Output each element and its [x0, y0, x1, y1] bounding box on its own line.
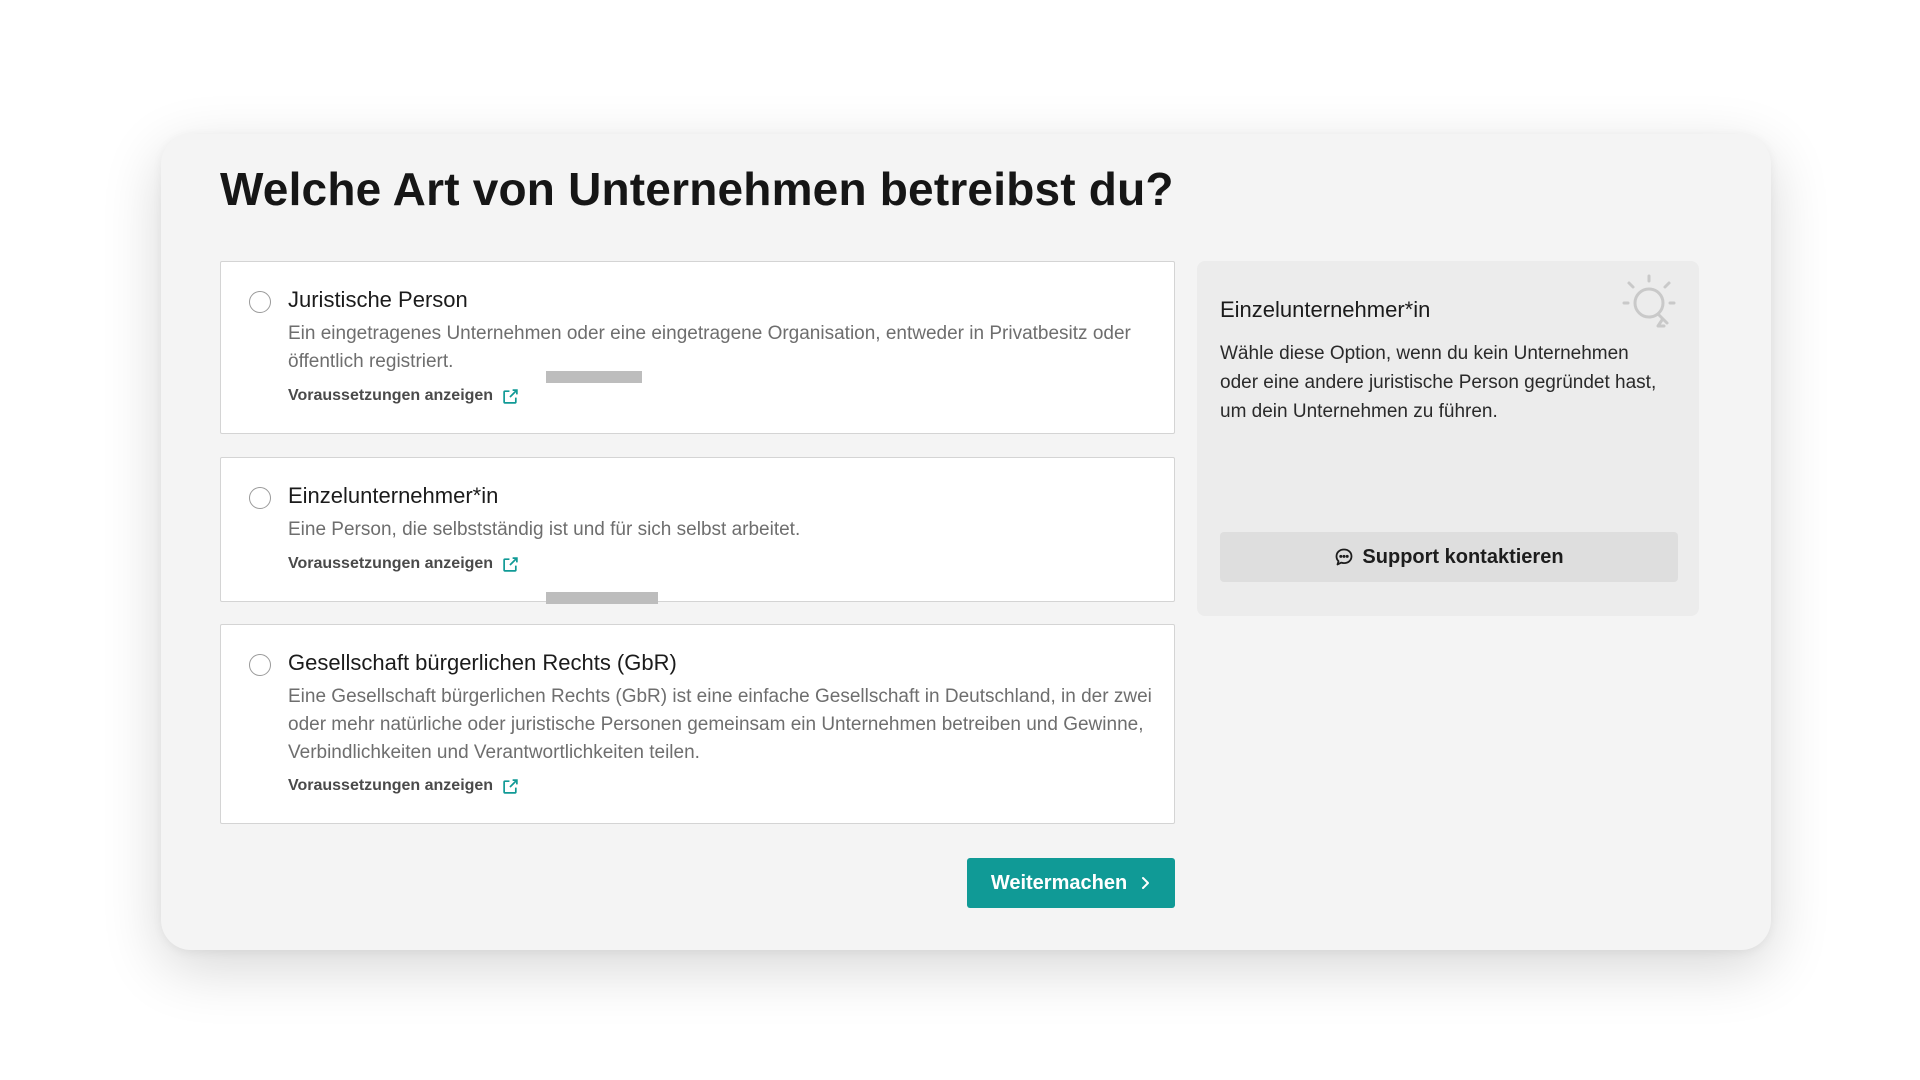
info-panel-title: Einzelunternehmer*in — [1220, 297, 1431, 322]
external-link-icon — [503, 556, 518, 572]
requirements-link-label: Voraussetzungen anzeigen — [288, 555, 494, 572]
option-description: Eine Person, die selbstständig ist und f… — [288, 519, 801, 540]
info-panel: Einzelunternehmer*in Wähle diese Option,… — [1197, 261, 1699, 616]
page-title: Welche Art von Unternehmen betreibst du? — [220, 163, 1174, 215]
placeholder-bar — [546, 371, 642, 383]
requirements-link-label: Voraussetzungen anzeigen — [288, 777, 494, 794]
radio-juristische-person[interactable] — [249, 291, 271, 313]
option-gbr[interactable]: Gesellschaft bürgerlichen Rechts (GbR) E… — [220, 624, 1175, 824]
option-description: Eine Gesellschaft bürgerlichen Rechts (G… — [288, 686, 1152, 763]
continue-button[interactable]: Weitermachen — [967, 858, 1175, 908]
business-type-card: Welche Art von Unternehmen betreibst du?… — [161, 134, 1771, 950]
option-title: Einzelunternehmer*in — [288, 483, 499, 508]
lightbulb-icon — [1622, 274, 1676, 328]
placeholder-bar — [546, 592, 658, 604]
requirements-link-label: Voraussetzungen anzeigen — [288, 387, 494, 404]
chat-bubble-icon — [1336, 548, 1353, 566]
radio-einzelunternehmer[interactable] — [249, 487, 271, 509]
continue-button-label: Weitermachen — [990, 871, 1128, 894]
requirements-link[interactable]: Voraussetzungen anzeigen — [288, 387, 519, 405]
option-title: Juristische Person — [288, 287, 468, 312]
option-einzelunternehmer[interactable]: Einzelunternehmer*in Eine Person, die se… — [220, 457, 1175, 602]
option-title: Gesellschaft bürgerlichen Rechts (GbR) — [288, 650, 677, 675]
option-juristische-person[interactable]: Juristische Person Ein eingetragenes Unt… — [220, 261, 1175, 434]
requirements-link[interactable]: Voraussetzungen anzeigen — [288, 555, 519, 573]
info-panel-text: Wähle diese Option, wenn du kein Unterne… — [1220, 343, 1657, 422]
radio-gbr[interactable] — [249, 654, 271, 676]
requirements-link[interactable]: Voraussetzungen anzeigen — [288, 777, 519, 795]
chevron-right-icon — [1142, 877, 1150, 889]
option-description: Ein eingetragenes Unternehmen oder eine … — [288, 323, 1131, 372]
external-link-icon — [503, 388, 518, 404]
support-button-label: Support kontaktieren — [1362, 545, 1564, 568]
external-link-icon — [503, 778, 518, 794]
support-button[interactable]: Support kontaktieren — [1220, 532, 1678, 582]
